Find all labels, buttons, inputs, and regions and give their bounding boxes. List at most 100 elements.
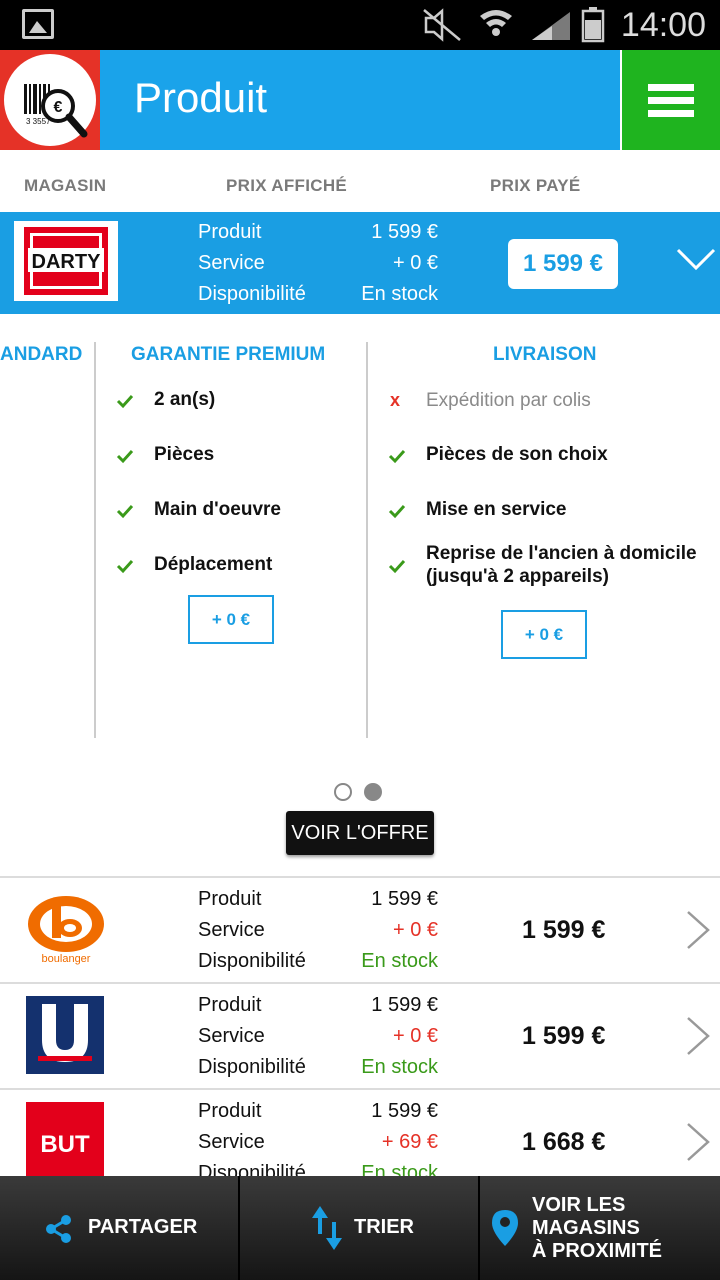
label-availability: Disponibilité [198,1056,306,1078]
page-dot-active[interactable] [364,783,382,801]
menu-icon [648,84,694,91]
status-bar: 14:00 [0,0,720,50]
delivery-title: LIVRAISON [493,344,597,365]
check-icon [388,559,406,574]
menu-button[interactable] [620,50,720,150]
product-price: 1 599 € [371,1100,438,1122]
availability-value: En stock [361,283,438,305]
header-store: MAGASIN [24,176,107,195]
premium-title: GARANTIE PREMIUM [131,344,326,365]
mute-icon [423,8,461,42]
product-price: 1 599 € [371,994,438,1016]
delivery-feature: Pièces de son choix [426,444,608,465]
delivery-feature-note: (jusqu'à 2 appareils) [426,566,609,587]
header-paid-price: PRIX PAYÉ [490,176,581,195]
svg-text:BUT: BUT [40,1131,90,1158]
check-icon [116,449,134,464]
delivery-add-button[interactable]: + 0 € [501,610,587,659]
sort-label: TRIER [354,1216,414,1238]
total-price: 1 599 € [522,1022,606,1050]
divider [94,342,96,738]
chevron-right-icon[interactable] [684,1120,712,1164]
delivery-unavailable: Expédition par colis [426,390,591,411]
bottom-action-bar: PARTAGER TRIER VOIR LES MAGASINS À PROXI… [0,1176,720,1280]
darty-logo: DARTY [14,221,118,301]
svg-text:3 3557: 3 3557 [26,117,51,126]
premium-feature: 2 an(s) [154,389,216,410]
divider [366,342,368,738]
page-dot[interactable] [334,783,352,801]
page-title: Produit [134,74,268,121]
but-logo: BUT [26,1102,104,1182]
label-availability: Disponibilité [198,283,306,305]
sort-icon [312,1206,342,1250]
boulanger-logo: boulanger [28,896,104,965]
nearby-label-line3: À PROXIMITÉ [532,1240,663,1262]
offer-row[interactable]: boulanger Produit Service Disponibilité … [0,876,720,982]
label-product: Produit [198,1100,262,1122]
offer-row[interactable]: U Produit Service Disponibilité 1 599 € … [0,982,720,1088]
premium-add-button[interactable]: + 0 € [188,595,274,644]
label-service: Service [198,252,265,274]
service-carousel[interactable]: ANDARD GARANTIE PREMIUM 2 an(s) Pièces M… [0,314,720,754]
share-icon [46,1215,71,1243]
label-product: Produit [198,994,262,1016]
column-headers: MAGASIN PRIX AFFICHÉ PRIX PAYÉ [0,150,720,212]
nearby-stores-button[interactable]: VOIR LES MAGASINS À PROXIMITÉ [480,1176,720,1280]
delivery-feature: Mise en service [426,499,567,520]
app-logo[interactable]: € 3 3557 [0,50,100,150]
nearby-label-line1: VOIR LES [532,1194,626,1216]
svg-text:DARTY: DARTY [32,251,102,273]
service-price: + 0 € [392,919,438,941]
label-product: Produit [198,221,262,243]
check-icon [388,449,406,464]
svg-text:€: € [54,99,63,116]
selected-offer-row[interactable]: DARTY Produit Service Disponibilité 1 59… [0,212,720,314]
label-service: Service [198,1025,265,1047]
page-indicator [334,783,394,801]
location-pin-icon [492,1210,518,1246]
chevron-down-icon[interactable] [674,236,718,280]
product-price: 1 599 € [371,221,438,243]
label-service: Service [198,1131,265,1153]
barcode-search-icon: € 3 3557 [4,54,96,146]
total-price: 1 668 € [522,1128,606,1156]
premium-feature: Pièces [154,444,215,465]
check-icon [116,559,134,574]
service-price: + 0 € [392,1025,438,1047]
share-label: PARTAGER [88,1216,198,1238]
product-price: 1 599 € [371,888,438,910]
sort-button[interactable]: TRIER [240,1176,478,1280]
nearby-label-line2: MAGASINS [532,1217,640,1239]
check-icon [116,504,134,519]
delivery-feature: Reprise de l'ancien à domicile [426,543,697,564]
clock: 14:00 [620,6,706,44]
service-price: + 0 € [392,252,438,274]
chevron-right-icon[interactable] [684,1014,712,1058]
svg-text:boulanger: boulanger [42,953,91,965]
premium-feature: Déplacement [154,554,273,575]
label-service: Service [198,919,265,941]
availability-value: En stock [361,1056,438,1078]
gallery-notification-icon [22,9,54,39]
premium-feature: Main d'oeuvre [154,499,281,520]
cross-icon: x [390,390,401,410]
label-availability: Disponibilité [198,950,306,972]
view-offer-button[interactable]: VOIR L'OFFRE [286,811,434,855]
chevron-right-icon[interactable] [684,908,712,952]
share-button[interactable]: PARTAGER [0,1176,238,1280]
check-icon [116,394,134,409]
service-price: + 69 € [381,1131,438,1153]
total-price: 1 599 € [522,916,606,944]
standard-title: ANDARD [0,344,83,365]
header-displayed-price: PRIX AFFICHÉ [226,176,348,195]
menu-icon-bar [648,110,694,117]
systeme-u-logo: U [26,996,104,1074]
wifi-icon [480,10,512,36]
signal-icon [532,12,570,40]
paid-price-badge: 1 599 € [508,239,618,289]
app-bar: € 3 3557 Produit [0,50,720,150]
menu-icon-bar [648,97,694,104]
status-icons [423,7,605,43]
availability-value: En stock [361,950,438,972]
